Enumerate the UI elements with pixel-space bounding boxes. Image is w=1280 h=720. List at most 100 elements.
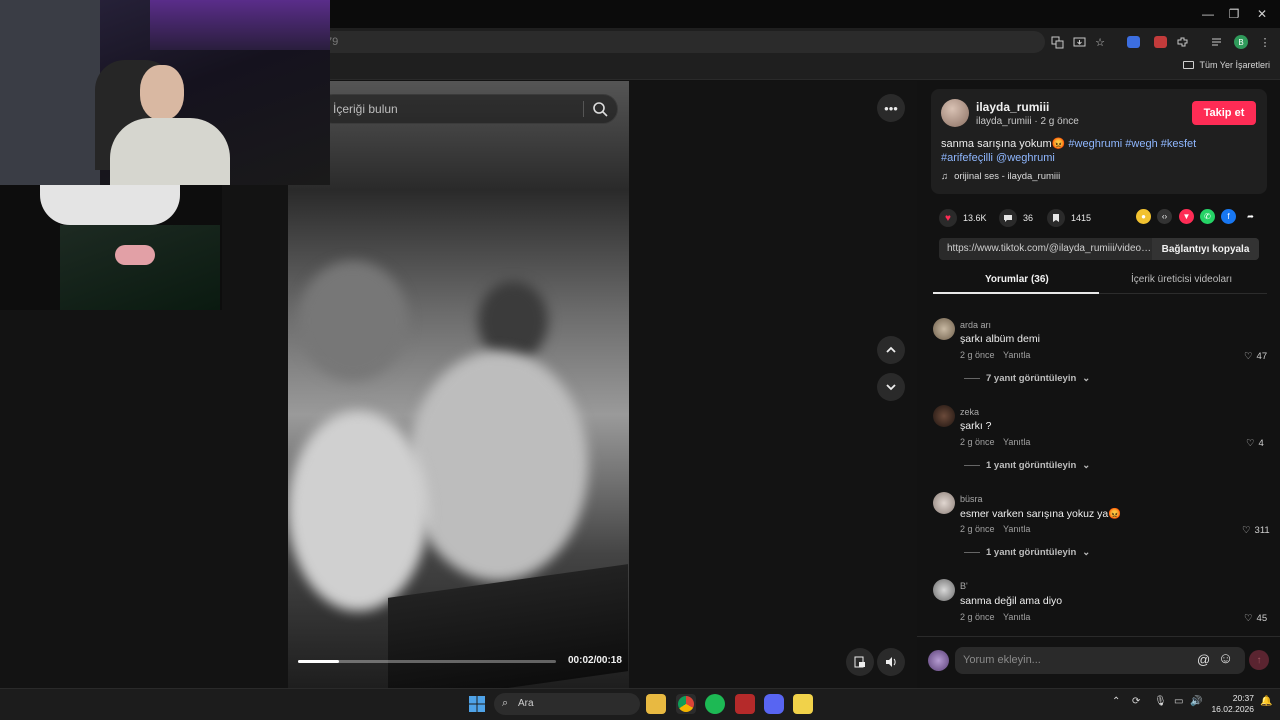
repost-icon[interactable]: ● (1136, 209, 1151, 224)
post-link-text[interactable]: https://www.tiktok.com/@ilayda_rumiii/vi… (947, 243, 1152, 254)
taskbar-search[interactable]: Ara (494, 693, 640, 715)
volume-tray-icon[interactable]: 🔊 (1190, 696, 1202, 707)
comment-avatar[interactable] (933, 405, 955, 427)
video-frame[interactable] (288, 81, 629, 688)
send-to-friends-icon[interactable]: ▼ (1179, 209, 1194, 224)
streamer-shirt (110, 118, 230, 185)
all-bookmarks-button[interactable]: Tüm Yer İşaretleri (1183, 60, 1270, 70)
next-video-button[interactable] (877, 373, 905, 401)
like-button[interactable]: ♥ 13.6K (939, 209, 987, 227)
media-queue-icon[interactable] (1208, 33, 1226, 51)
video-progress-fill (298, 660, 339, 663)
post-caption: sanma sarışına yokum😡 #weghrumi #wegh #k… (941, 137, 1261, 165)
chrome-icon[interactable] (676, 694, 696, 714)
video-hoodie-shape (408, 351, 588, 581)
search-icon[interactable] (592, 101, 608, 117)
comment-avatar[interactable] (933, 579, 955, 601)
view-replies-button[interactable]: 7 yanıt görüntüleyin ⌄ (964, 373, 1090, 384)
chevron-down-icon: ⌄ (1082, 373, 1091, 384)
follow-button[interactable]: Takip et (1192, 101, 1256, 125)
chevron-down-icon: ⌄ (1082, 547, 1091, 558)
comment-like-button[interactable]: ♡ 4 (1246, 438, 1264, 449)
reply-button[interactable]: Yanıtla (1003, 437, 1030, 447)
video-search-input[interactable]: İçeriği bulun (318, 94, 618, 124)
view-replies-button[interactable]: 1 yanıt görüntüleyin ⌄ (964, 460, 1090, 471)
post-comment-button[interactable]: ↑ (1249, 650, 1269, 670)
comment-bubble-icon (999, 209, 1017, 227)
comment-like-button[interactable]: ♡ 45 (1244, 613, 1267, 624)
comment-like-button[interactable]: ♡ 47 (1244, 351, 1267, 362)
taskbar-clock[interactable]: 20:37 16.02.2026 (1210, 693, 1254, 715)
floating-player-button[interactable] (846, 648, 874, 676)
streamer-face (140, 65, 184, 120)
notification-bell-icon[interactable]: 🔔 (1260, 696, 1272, 707)
music-link[interactable]: ♫ orijinal ses - ilayda_rumiii (941, 171, 1060, 182)
author-handle-time: ilayda_rumiii · 2 g önce (976, 116, 1079, 127)
tray-sync-icon[interactable]: ⟳ (1132, 696, 1140, 707)
caption-hashtags[interactable]: #weghrumi #wegh #kesfet (1068, 138, 1196, 150)
comment-text: esmer varken sarışına yokuz ya😡 (960, 508, 1122, 520)
view-replies-button[interactable]: 1 yanıt görüntüleyin ⌄ (964, 547, 1090, 558)
translate-icon[interactable] (1048, 33, 1066, 51)
copy-link-button[interactable]: Bağlantıyı kopyala (1152, 238, 1259, 260)
media-app-icon[interactable] (735, 694, 755, 714)
reply-button[interactable]: Yanıtla (1003, 350, 1030, 360)
tab-creator-videos[interactable]: İçerik üreticisi videoları (1131, 274, 1232, 285)
comment-avatar[interactable] (933, 318, 955, 340)
tray-overflow-icon[interactable]: ⌃ (1112, 696, 1120, 707)
mention-icon[interactable]: @ (1197, 652, 1210, 667)
embed-code-icon[interactable]: ‹› (1157, 209, 1172, 224)
previous-video-button[interactable] (877, 336, 905, 364)
desk-arm-shape (40, 185, 180, 225)
caption-text: sanma sarışına yokum😡 (941, 138, 1069, 150)
comment-time: 2 g önce (960, 612, 995, 622)
facebook-icon[interactable]: f (1221, 209, 1236, 224)
spotify-icon[interactable] (705, 694, 725, 714)
window-light (0, 0, 100, 185)
comment-author[interactable]: büsra (960, 494, 983, 504)
bookmark-star-icon[interactable]: ☆ (1091, 33, 1109, 51)
comment-button[interactable]: 36 (999, 209, 1033, 227)
author-avatar[interactable] (941, 99, 969, 127)
chevron-down-icon (886, 384, 896, 391)
close-window-button[interactable]: ✕ (1244, 0, 1280, 28)
whatsapp-icon[interactable]: ✆ (1200, 209, 1215, 224)
profile-avatar-button[interactable]: B (1232, 33, 1250, 51)
windows-taskbar (0, 688, 1280, 720)
tab-comments[interactable]: Yorumlar (36) (985, 274, 1049, 285)
comment-avatar[interactable] (933, 492, 955, 514)
video-head-shape (478, 281, 548, 361)
app-icon[interactable] (793, 694, 813, 714)
comment-text: sanma değil ama diyo (960, 595, 1063, 607)
network-icon[interactable]: ▭ (1174, 696, 1183, 707)
file-explorer-icon[interactable] (646, 694, 666, 714)
comment-author[interactable]: arda arı (960, 320, 991, 330)
author-username[interactable]: ilayda_rumiii (976, 100, 1049, 114)
comment-author[interactable]: zeka (960, 407, 979, 417)
bookmark-icon (1047, 209, 1065, 227)
arrow-up-icon: ↑ (1256, 654, 1262, 666)
more-options-button[interactable]: ••• (877, 94, 905, 122)
extension-red-icon[interactable] (1151, 33, 1169, 51)
reply-button[interactable]: Yanıtla (1003, 524, 1030, 534)
share-arrow-icon[interactable]: ➦ (1243, 209, 1258, 224)
caption-hashtags-2[interactable]: #arifefeçilli @weghrumi (941, 152, 1055, 164)
comment-time: 2 g önce (960, 524, 995, 534)
microphone-icon[interactable]: 🎙 (1154, 696, 1167, 707)
browser-menu-icon[interactable]: ⋮ (1256, 33, 1274, 51)
windows-start-icon[interactable] (468, 695, 486, 713)
discord-icon[interactable] (764, 694, 784, 714)
heart-outline-icon: ♡ (1244, 351, 1253, 362)
save-button[interactable]: 1415 (1047, 209, 1091, 227)
reply-button[interactable]: Yanıtla (1003, 612, 1030, 622)
extension-blue-icon[interactable] (1124, 33, 1142, 51)
comment-author[interactable]: B' (960, 581, 968, 591)
comment-like-button[interactable]: ♡ 311 (1242, 525, 1270, 536)
my-avatar (928, 650, 949, 671)
heart-outline-icon: ♡ (1246, 438, 1255, 449)
url-field[interactable]: 79 (300, 31, 1045, 53)
emoji-icon[interactable]: ☺ (1218, 650, 1233, 667)
install-app-icon[interactable] (1070, 33, 1088, 51)
extensions-puzzle-icon[interactable] (1173, 33, 1191, 51)
volume-button[interactable] (877, 648, 905, 676)
